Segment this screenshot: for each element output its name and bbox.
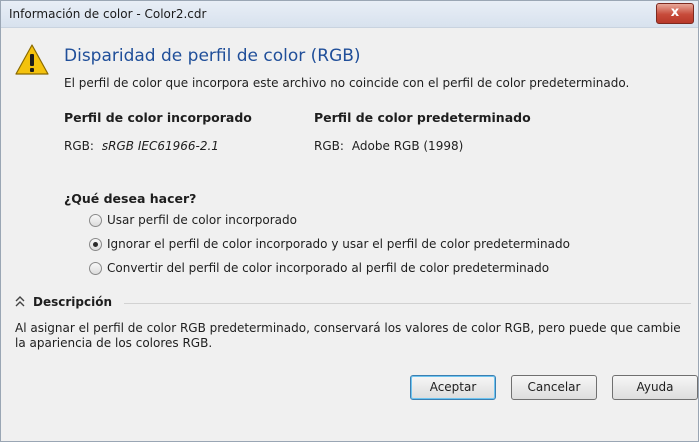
help-button[interactable]: Ayuda (612, 375, 698, 400)
description-divider (124, 303, 691, 304)
description-label: Descripción (33, 295, 112, 309)
default-profile-name: Adobe RGB (1998) (351, 139, 464, 153)
default-profile-title: Perfil de color predeterminado (314, 110, 531, 125)
color-info-dialog: Información de color - Color2.cdr x Disp… (0, 0, 699, 442)
option-convert[interactable]: Convertir del perfil de color incorporad… (89, 261, 549, 275)
close-button[interactable]: x (656, 3, 694, 24)
embedded-profile-name: sRGB IEC61966-2.1 (101, 139, 219, 153)
radio-use-embedded[interactable] (89, 213, 102, 227)
embedded-profile-mode: RGB: (64, 139, 94, 153)
dialog-subtext: El perfil de color que incorpora este ar… (64, 76, 630, 90)
cancel-button[interactable]: Cancelar (511, 375, 597, 400)
option-ignore-embedded[interactable]: Ignorar el perfil de color incorporado y… (89, 237, 570, 251)
embedded-profile-value: RGB: sRGB IEC61966-2.1 (64, 139, 219, 153)
question-label: ¿Qué desea hacer? (64, 191, 197, 206)
radio-convert[interactable] (89, 261, 102, 275)
warning-icon (15, 44, 49, 75)
dialog-content: Disparidad de perfil de color (RGB) El p… (1, 28, 698, 441)
option-ignore-embedded-label: Ignorar el perfil de color incorporado y… (107, 237, 570, 251)
window-title: Información de color - Color2.cdr (9, 7, 207, 21)
chevron-up-double-icon[interactable] (15, 296, 25, 308)
description-header[interactable]: Descripción (15, 294, 691, 312)
embedded-profile-title: Perfil de color incorporado (64, 110, 252, 125)
title-bar: Información de color - Color2.cdr x (1, 1, 698, 28)
option-convert-label: Convertir del perfil de color incorporad… (107, 261, 550, 275)
option-use-embedded[interactable]: Usar perfil de color incorporado (89, 213, 297, 227)
radio-ignore-embedded[interactable] (89, 237, 102, 251)
ok-button[interactable]: Aceptar (410, 375, 496, 400)
option-use-embedded-label: Usar perfil de color incorporado (107, 213, 297, 227)
dialog-heading: Disparidad de perfil de color (RGB) (64, 46, 361, 66)
default-profile-value: RGB: Adobe RGB (1998) (314, 139, 463, 153)
default-profile-mode: RGB: (314, 139, 344, 153)
description-text: Al asignar el perfil de color RGB predet… (15, 321, 681, 350)
